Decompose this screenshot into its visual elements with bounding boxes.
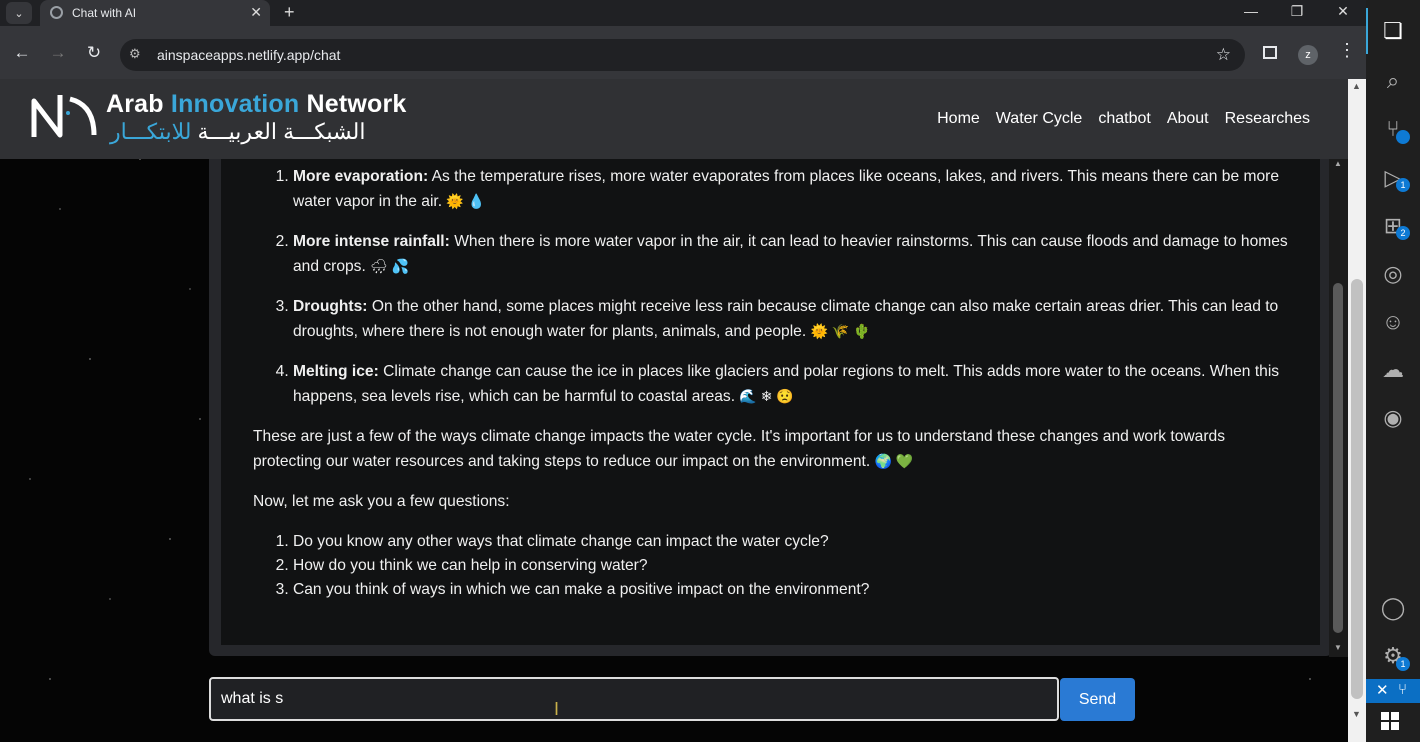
site-navbar: Arab Innovation Network الشبكـــة العربي… [0, 79, 1348, 159]
scroll-down-icon[interactable]: ▼ [1334, 643, 1342, 652]
settings-badge: 1 [1396, 657, 1410, 671]
minimize-icon[interactable]: — [1236, 3, 1266, 19]
impact-item: More evaporation: As the temperature ris… [293, 165, 1293, 214]
page-scrollbar[interactable]: ▲ ▼ [1348, 79, 1366, 742]
impact-text: On the other hand, some places might rec… [293, 298, 1279, 340]
logo-word-innovation: Innovation [170, 90, 300, 118]
impact-emoji: 🌊 ❄ 😟 [739, 388, 794, 404]
logo-word-arab: Arab [106, 90, 164, 118]
text-cursor-icon: I [554, 699, 560, 719]
branch-icon[interactable]: ⑂ [1398, 681, 1407, 698]
browser-toolbar: ← → ↻ ⚙ ainspaceapps.netlify.app/chat ☆ … [0, 26, 1366, 79]
nav-water-cycle[interactable]: Water Cycle [996, 110, 1083, 128]
summary-emoji: 🌍 💚 [874, 453, 914, 469]
question-item: How do you think we can help in conservi… [293, 554, 1293, 578]
back-icon[interactable]: ← [10, 43, 34, 63]
chat-messages[interactable]: More evaporation: As the temperature ris… [221, 159, 1320, 645]
scroll-up-icon[interactable]: ▲ [1334, 159, 1342, 168]
remote-status-bar[interactable]: ✕ ⑂ [1366, 679, 1420, 703]
logo-mark-icon [31, 95, 97, 138]
run-debug-badge: 1 [1396, 178, 1410, 192]
windows-start-icon[interactable] [1381, 712, 1399, 730]
impact-item: Melting ice: Climate change can cause th… [293, 360, 1293, 409]
tab-title: Chat with AI [72, 6, 137, 20]
reload-icon[interactable]: ↻ [82, 43, 106, 63]
side-panel-icon[interactable] [1263, 46, 1277, 59]
impact-emoji: 🌞 🌾 🌵 [810, 323, 871, 339]
source-control-badge [1396, 130, 1410, 144]
question-list: Do you know any other ways that climate … [253, 530, 1293, 602]
address-bar[interactable]: ⚙ ainspaceapps.netlify.app/chat ☆ [120, 39, 1245, 71]
explorer-icon[interactable]: ❏ [1366, 18, 1420, 44]
copilot-icon[interactable]: ☺ [1366, 309, 1420, 335]
chat-frame: More evaporation: As the temperature ris… [209, 159, 1332, 656]
chat-scrollbar[interactable]: ▲ ▼ [1329, 159, 1348, 657]
tab-strip: ⌄ Chat with AI ✕ + — ❐ ✕ [0, 0, 1366, 26]
summary-paragraph: These are just a few of the ways climate… [253, 425, 1293, 474]
new-tab-icon[interactable]: + [284, 2, 295, 23]
cloud-icon[interactable]: ☁ [1366, 357, 1420, 383]
accounts-icon[interactable]: ◯ [1366, 595, 1420, 621]
tab-favicon-icon [50, 6, 63, 19]
site-info-icon[interactable]: ⚙ [129, 46, 141, 62]
restore-icon[interactable]: ❐ [1282, 3, 1312, 20]
page-scroll-up-icon[interactable]: ▲ [1352, 81, 1361, 91]
impact-item: More intense rainfall: When there is mor… [293, 230, 1293, 279]
logo-english-text: Arab Innovation Network [106, 90, 407, 119]
logo-arabic-part1: الشبكـــة العربيـــة [197, 119, 366, 144]
menu-kebab-icon[interactable]: ⋮ [1338, 40, 1356, 61]
extensions-badge: 2 [1396, 226, 1410, 240]
extensions-icon[interactable]: ⊞ [1366, 213, 1420, 239]
impact-title: Melting ice: [293, 363, 379, 380]
nav-chatbot[interactable]: chatbot [1098, 110, 1150, 128]
nav-home[interactable]: Home [937, 110, 980, 128]
remote-explorer-icon[interactable]: ◉ [1366, 405, 1420, 431]
tab-close-icon[interactable]: ✕ [250, 4, 262, 21]
nav-researches[interactable]: Researches [1225, 110, 1310, 128]
close-window-icon[interactable]: ✕ [1328, 3, 1358, 20]
run-debug-icon[interactable]: ▷ [1366, 165, 1420, 191]
impact-title: More evaporation: [293, 168, 429, 185]
tab-search-icon[interactable]: ⌄ [6, 2, 32, 24]
site-logo[interactable]: Arab Innovation Network الشبكـــة العربي… [30, 90, 406, 147]
send-button[interactable]: Send [1060, 678, 1135, 721]
impact-list: More evaporation: As the temperature ris… [253, 165, 1293, 409]
message-input[interactable] [209, 677, 1059, 721]
question-intro: Now, let me ask you a few questions: [253, 493, 510, 510]
impact-title: More intense rainfall: [293, 233, 450, 250]
impact-emoji: 🌞 💧 [446, 193, 486, 209]
logo-arabic-part2: للابتكـــار [110, 119, 192, 144]
nav-about[interactable]: About [1167, 110, 1209, 128]
forward-icon[interactable]: → [46, 43, 70, 63]
profile-avatar[interactable]: z [1298, 45, 1318, 65]
search-icon[interactable]: ⌕ [1366, 68, 1420, 94]
browser-tab[interactable]: Chat with AI ✕ [40, 0, 270, 26]
bookmark-star-icon[interactable]: ☆ [1216, 45, 1231, 65]
question-item: Do you know any other ways that climate … [293, 530, 1293, 554]
impact-text: As the temperature rises, more water eva… [293, 168, 1280, 210]
settings-gear-icon[interactable]: ⚙ [1366, 643, 1420, 669]
site-menu: Home Water Cycle chatbot About Researche… [937, 110, 1310, 128]
url-text[interactable]: ainspaceapps.netlify.app/chat [157, 47, 340, 63]
ai-message: More evaporation: As the temperature ris… [253, 165, 1293, 602]
logo-word-network: Network [306, 90, 407, 118]
summary-text: These are just a few of the ways climate… [253, 428, 1226, 470]
activity-bar: ❏ ⌕ ⑂ ▷ 1 ⊞ 2 ◎ ☺ ☁ ◉ ◯ ⚙ 1 ✕ ⑂ [1366, 0, 1420, 742]
impact-title: Droughts: [293, 298, 368, 315]
remote-connection-icon[interactable]: ✕ [1376, 681, 1389, 699]
impact-item: Droughts: On the other hand, some places… [293, 295, 1293, 344]
question-item: Can you think of ways in which we can ma… [293, 578, 1293, 602]
page-scroll-thumb[interactable] [1351, 279, 1363, 699]
source-control-icon[interactable]: ⑂ [1366, 116, 1420, 142]
git-graph-icon[interactable]: ◎ [1366, 261, 1420, 287]
page-viewport: Arab Innovation Network الشبكـــة العربي… [0, 79, 1348, 742]
page-scroll-down-icon[interactable]: ▼ [1352, 709, 1361, 719]
impact-emoji: 🌧 💦 [370, 258, 410, 274]
chat-scroll-thumb[interactable] [1333, 283, 1343, 633]
logo-arabic-text: الشبكـــة العربيـــة للابتكـــار [110, 119, 365, 145]
